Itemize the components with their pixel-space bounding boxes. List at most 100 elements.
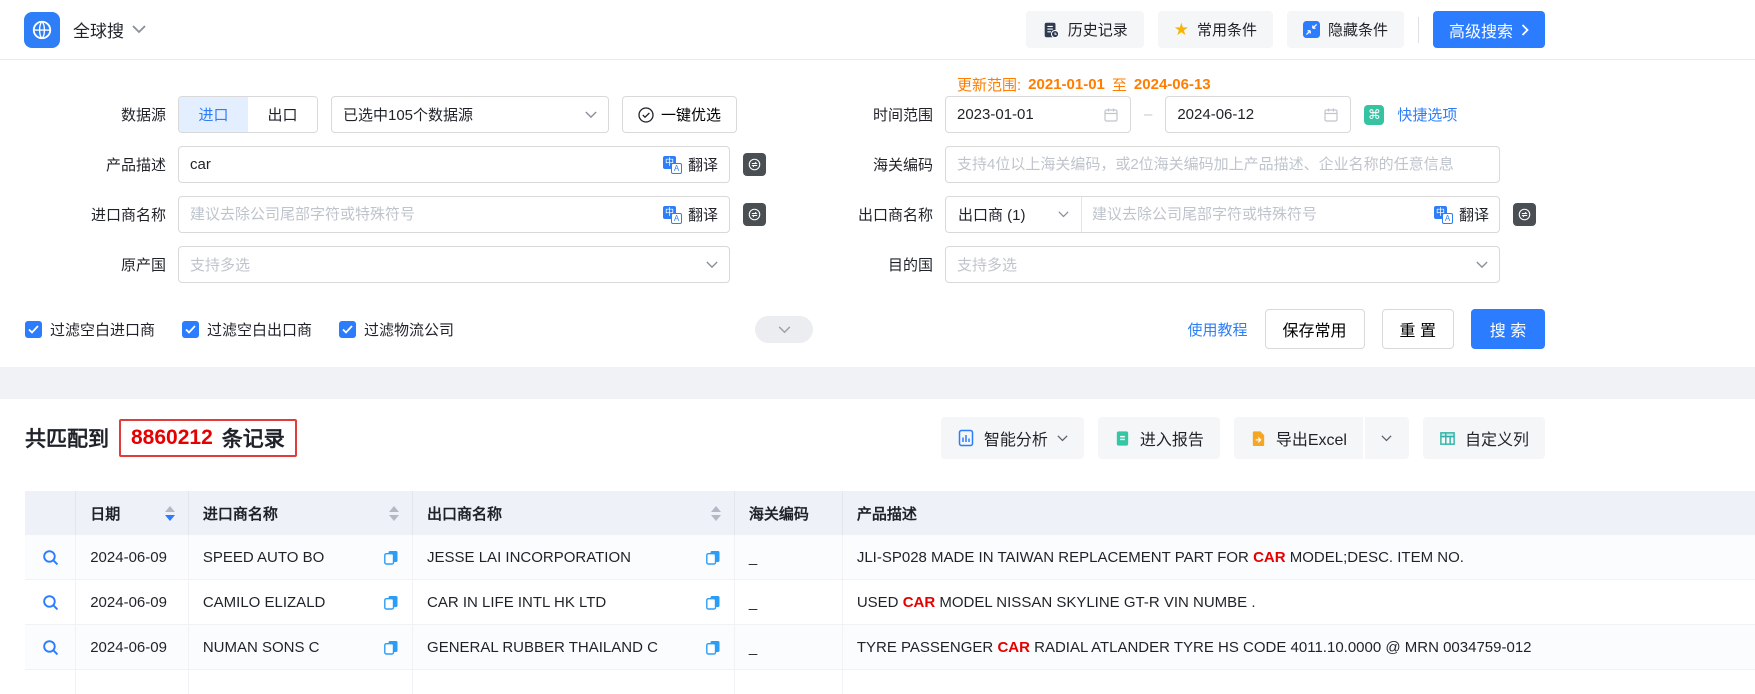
table-header-date: 日期 xyxy=(76,491,189,535)
swap-translate-icon[interactable] xyxy=(743,203,766,226)
cell-hscode: _ xyxy=(749,549,757,566)
date-end-input[interactable]: 2024-06-12 xyxy=(1165,96,1351,133)
history-button[interactable]: 历史记录 xyxy=(1026,11,1144,48)
reset-button[interactable]: 重 置 xyxy=(1382,309,1454,349)
tab-export[interactable]: 出口 xyxy=(248,97,317,132)
search-button[interactable]: 搜 索 xyxy=(1471,309,1545,349)
quick-options-link[interactable]: 快捷选项 xyxy=(1397,104,1457,125)
exporter-input[interactable] xyxy=(1082,206,1434,223)
cell-exporter: JESSE LAI INCORPORATION xyxy=(427,549,631,566)
magnifier-icon[interactable] xyxy=(41,638,60,657)
cell-exporter: CAR IN LIFE INTL HK LTD xyxy=(427,594,606,611)
collapse-icon xyxy=(1303,21,1320,38)
origin-select[interactable]: 支持多选 xyxy=(178,246,730,283)
copy-icon[interactable] xyxy=(383,639,399,656)
report-button[interactable]: 进入报告 xyxy=(1098,417,1220,459)
calendar-icon xyxy=(1103,107,1119,123)
swap-translate-icon[interactable] xyxy=(743,153,766,176)
tutorial-link[interactable]: 使用教程 xyxy=(1188,319,1248,340)
product-desc-input[interactable] xyxy=(190,156,663,173)
exporter-field: 出口商 (1) 中A 翻译 xyxy=(945,196,1500,233)
exporter-type-select[interactable]: 出口商 (1) xyxy=(946,197,1082,232)
advanced-search-button[interactable]: 高级搜索 xyxy=(1433,11,1545,48)
custom-columns-label: 自定义列 xyxy=(1465,426,1529,450)
translate-button[interactable]: 中A 翻译 xyxy=(663,154,718,175)
origin-placeholder: 支持多选 xyxy=(190,254,250,275)
form-row-countries: 原产国 支持多选 目的国 支持多选 xyxy=(0,246,1755,283)
sort-date[interactable] xyxy=(165,506,175,521)
cell-hscode: _ xyxy=(749,594,757,611)
cell-date: 2024-06-09 xyxy=(90,639,167,656)
save-favorite-button[interactable]: 保存常用 xyxy=(1265,309,1365,349)
swap-translate-icon[interactable] xyxy=(1513,203,1536,226)
results-section: 共匹配到 8860212 条记录 智能分析 xyxy=(0,399,1755,694)
results-prefix: 共匹配到 xyxy=(25,423,109,453)
sort-exporter[interactable] xyxy=(711,506,721,521)
copy-icon[interactable] xyxy=(705,639,721,656)
sort-importer[interactable] xyxy=(389,506,399,521)
export-options-button[interactable] xyxy=(1363,417,1409,459)
calendar-icon xyxy=(1323,107,1339,123)
table-header-importer: 进口商名称 xyxy=(189,491,413,535)
results-actions: 智能分析 进入报告 xyxy=(941,417,1545,459)
checkbox-filter-blank-exporter[interactable]: 过滤空白出口商 xyxy=(182,319,312,340)
trade-direction-toggle: 进口 出口 xyxy=(178,96,318,133)
export-excel-button[interactable]: 导出Excel xyxy=(1234,417,1363,459)
history-icon xyxy=(1042,21,1060,39)
cell-date: 2024-06-09 xyxy=(90,549,167,566)
report-icon xyxy=(1114,430,1131,447)
hide-conditions-button[interactable]: 隐藏条件 xyxy=(1287,11,1404,48)
checkbox-filter-blank-importer[interactable]: 过滤空白进口商 xyxy=(25,319,155,340)
chevron-down-icon xyxy=(706,261,718,269)
magnifier-icon[interactable] xyxy=(41,593,60,612)
results-count-box: 8860212 条记录 xyxy=(119,419,297,457)
chevron-down-icon xyxy=(1058,211,1069,218)
table-header-product: 产品描述 xyxy=(843,491,1755,535)
section-divider xyxy=(0,367,1755,399)
topbar-actions: 历史记录 ★ 常用条件 隐藏条件 高级搜索 xyxy=(1026,11,1755,48)
export-button-group: 导出Excel xyxy=(1234,417,1409,459)
optimize-button[interactable]: 一键优选 xyxy=(622,96,737,133)
cell-importer: CAMILO ELIZALD xyxy=(203,594,326,611)
datasource-select[interactable]: 已选中105个数据源 xyxy=(331,96,609,133)
check-circle-icon xyxy=(638,107,654,123)
origin-label: 原产国 xyxy=(0,254,178,275)
dest-select[interactable]: 支持多选 xyxy=(945,246,1500,283)
importer-label: 进口商名称 xyxy=(0,204,178,225)
custom-columns-button[interactable]: 自定义列 xyxy=(1423,417,1545,459)
product-desc-field: 中A 翻译 xyxy=(178,146,730,183)
translate-icon: 中A xyxy=(663,206,682,224)
hs-code-label: 海关编码 xyxy=(780,154,945,175)
chevron-down-icon xyxy=(585,111,597,119)
copy-icon[interactable] xyxy=(383,549,399,566)
copy-icon[interactable] xyxy=(383,594,399,611)
copy-icon[interactable] xyxy=(705,594,721,611)
export-excel-label: 导出Excel xyxy=(1276,426,1347,450)
hs-code-input[interactable] xyxy=(957,156,1488,173)
translate-label: 翻译 xyxy=(688,154,718,175)
highlight-keyword: CAR xyxy=(903,594,936,611)
analyze-button[interactable]: 智能分析 xyxy=(941,417,1084,459)
checkbox-filter-logistics[interactable]: 过滤物流公司 xyxy=(339,319,454,340)
date-start-input[interactable]: 2023-01-01 xyxy=(945,96,1131,133)
favorites-button[interactable]: ★ 常用条件 xyxy=(1158,11,1273,48)
collapse-form-toggle[interactable] xyxy=(755,316,813,343)
table-header-row: 日期 进口商名称 出口商名称 xyxy=(25,491,1755,535)
topbar: 全球搜 历史记录 ★ 常用条件 xyxy=(0,0,1755,60)
app-name: 全球搜 xyxy=(73,17,124,42)
dest-label: 目的国 xyxy=(780,254,945,275)
filter-checkboxes: 过滤空白进口商 过滤空白出口商 过滤物流公司 xyxy=(25,319,454,340)
favorites-label: 常用条件 xyxy=(1197,19,1257,40)
tab-import[interactable]: 进口 xyxy=(179,97,248,132)
copy-icon[interactable] xyxy=(705,549,721,566)
importer-input[interactable] xyxy=(190,206,663,223)
cell-product-desc: JLI-SP028 MADE IN TAIWAN REPLACEMENT PAR… xyxy=(857,549,1464,566)
translate-button[interactable]: 中A 翻译 xyxy=(663,204,718,225)
checkbox-checked-icon xyxy=(339,321,356,338)
app-switcher[interactable]: 全球搜 xyxy=(73,17,146,42)
form-row-importer-exporter: 进口商名称 中A 翻译 xyxy=(0,196,1755,233)
checkbox-checked-icon xyxy=(182,321,199,338)
translate-button[interactable]: 中A 翻译 xyxy=(1434,204,1499,225)
results-header: 共匹配到 8860212 条记录 智能分析 xyxy=(0,399,1755,459)
magnifier-icon[interactable] xyxy=(41,548,60,567)
